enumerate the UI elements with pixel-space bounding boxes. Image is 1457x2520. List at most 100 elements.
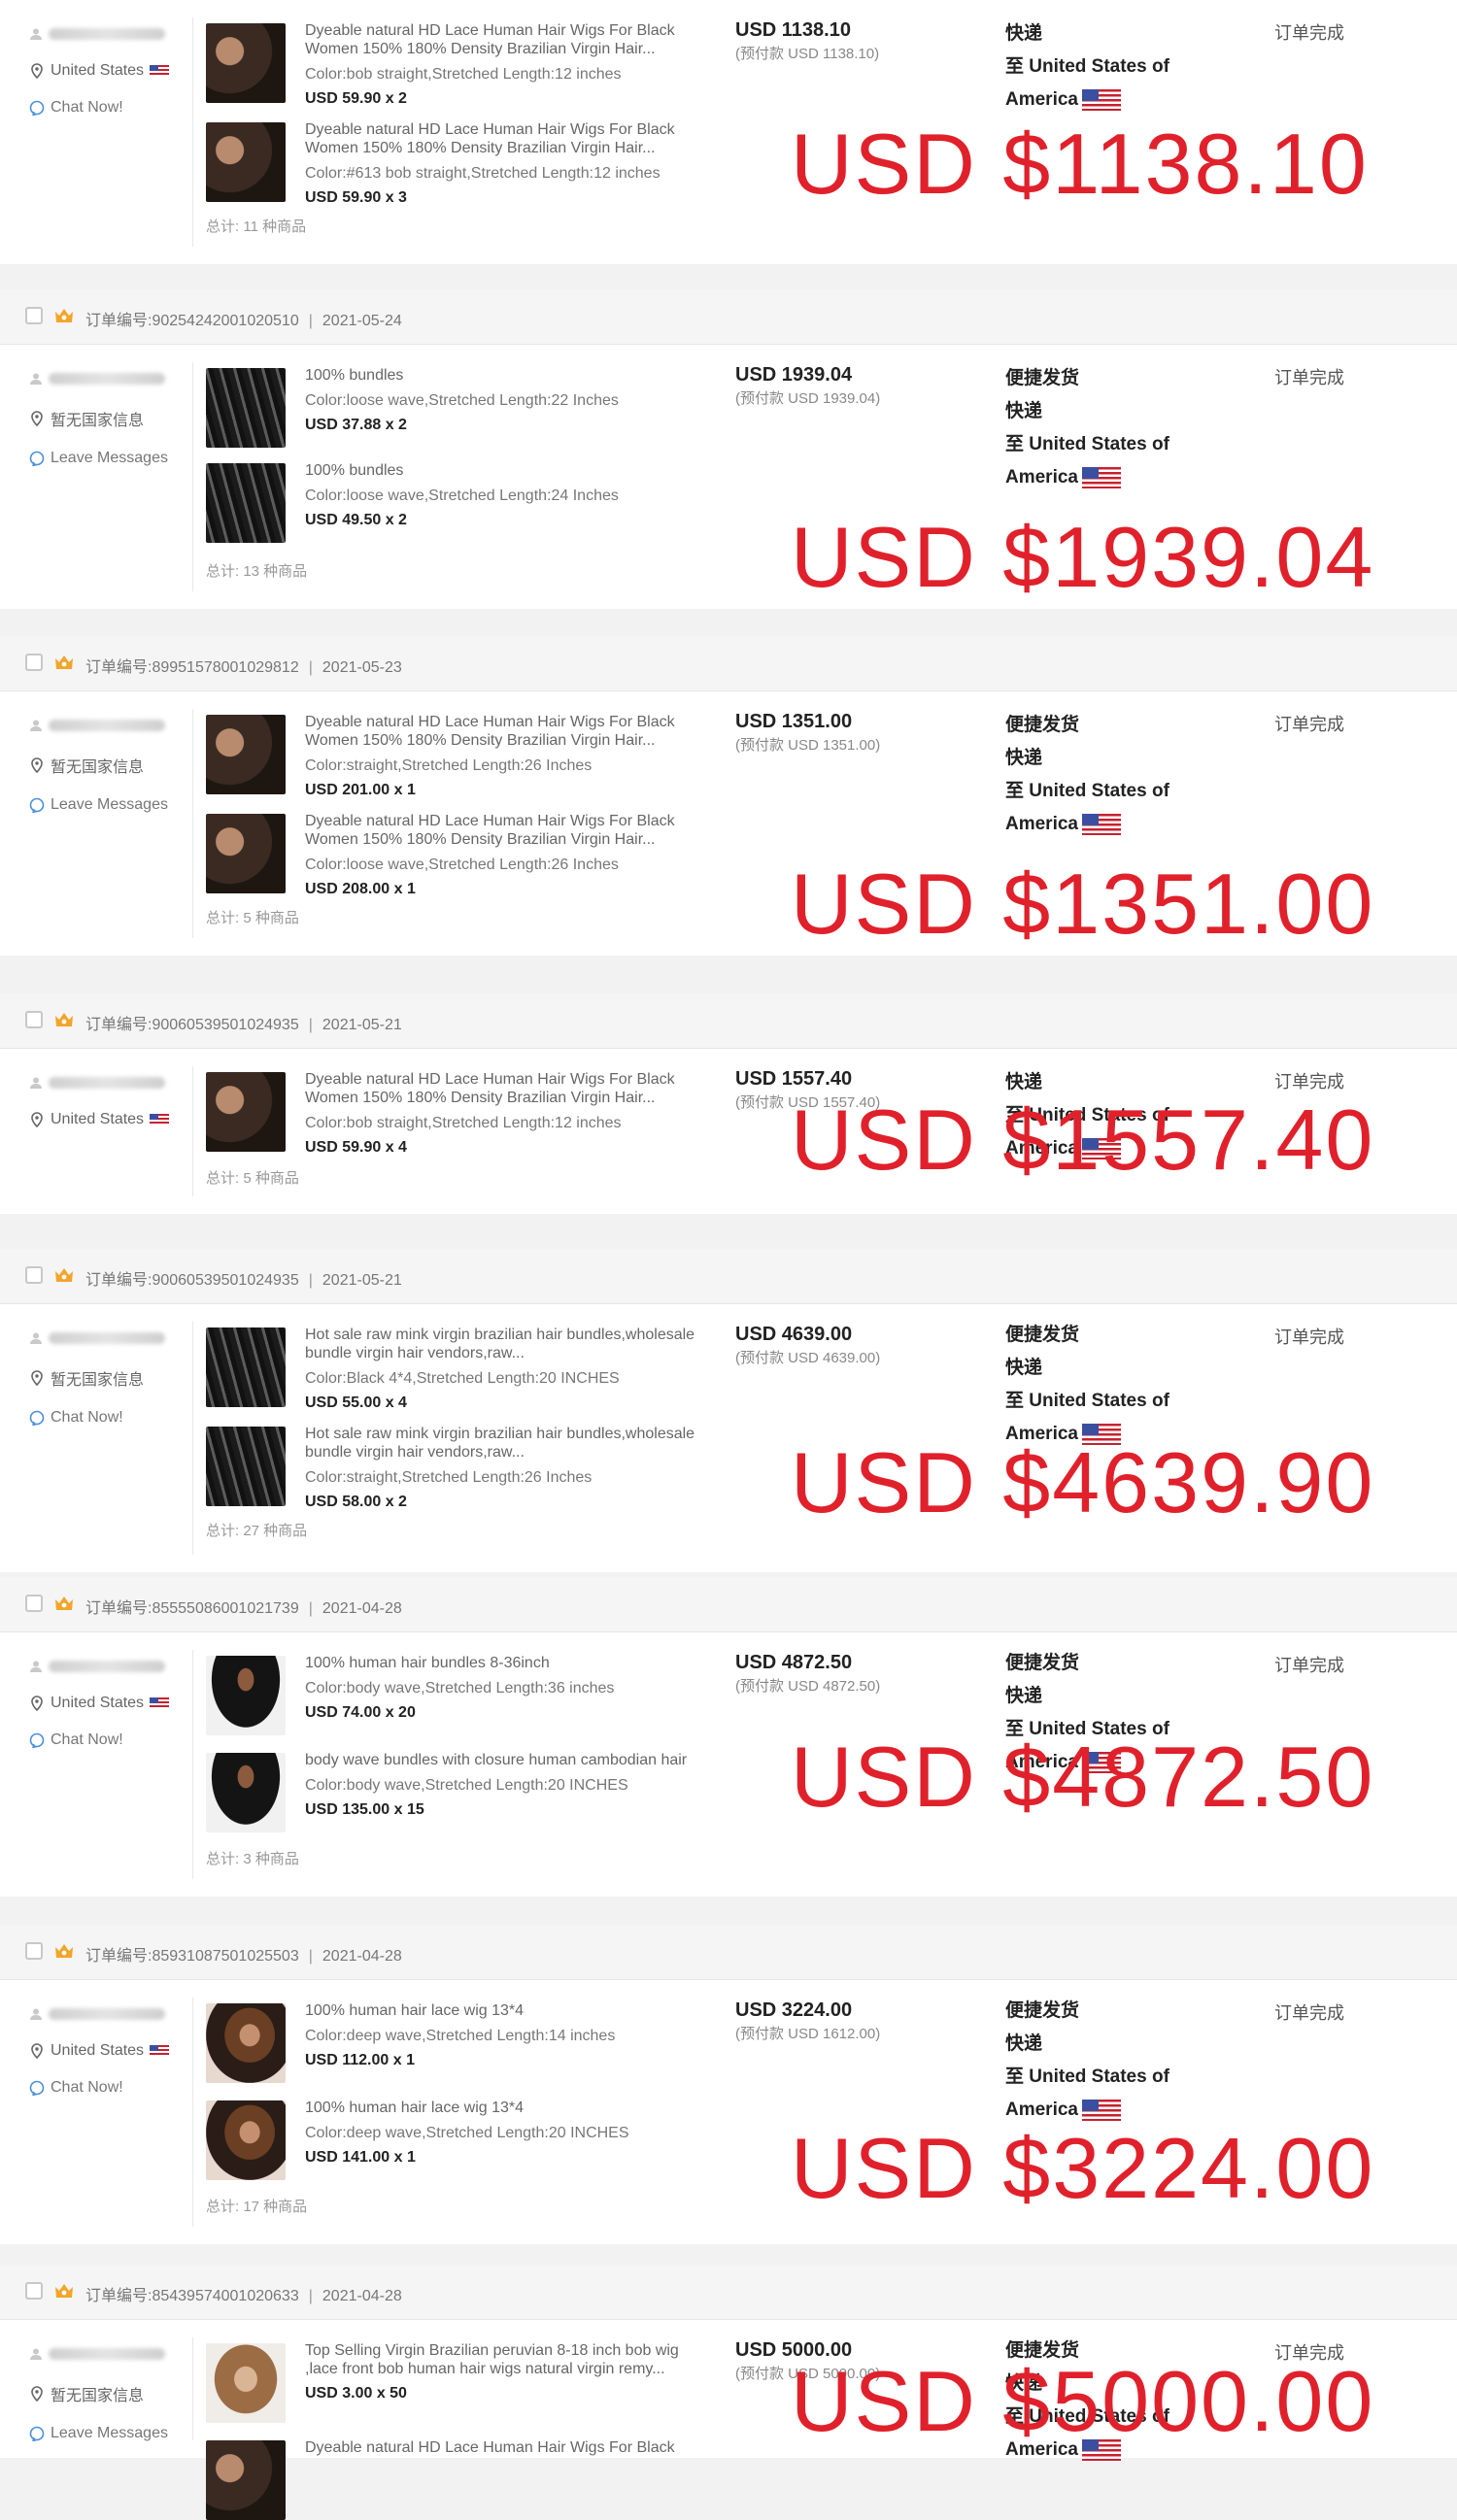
buyer-info: United States [29, 1072, 185, 1128]
order-checkbox[interactable] [25, 1266, 43, 1284]
order-card: United States Chat Now! 100% human hair la… [0, 1980, 1457, 2244]
product-thumbnail[interactable] [206, 715, 286, 794]
shipping-info: 便捷发货 快递至 United States of America [1005, 1319, 1219, 1451]
product-thumbnail[interactable] [206, 23, 286, 103]
buyer-name[interactable] [29, 715, 185, 736]
product-title[interactable]: Dyeable natural HD Lace Human Hair Wigs … [305, 812, 713, 849]
crown-icon [55, 1944, 73, 1958]
us-flag-icon [1082, 2099, 1121, 2121]
contact-buyer-link[interactable]: Chat Now! [29, 2079, 185, 2097]
contact-buyer-link[interactable]: Leave Messages [29, 796, 185, 814]
shipping-line: 至 United States of [1005, 1391, 1169, 1411]
order-checkbox[interactable] [25, 1011, 43, 1028]
product-title[interactable]: 100% bundles [305, 461, 713, 480]
product-attributes: Color:Black 4*4,Stretched Length:20 INCH… [305, 1370, 620, 1387]
order-amount: USD 1939.04 [735, 364, 853, 386]
product-thumbnail[interactable] [206, 463, 286, 543]
order-amount: USD 4639.00 [735, 1324, 853, 1345]
order-checkbox[interactable] [25, 1595, 43, 1612]
order-checkbox[interactable] [25, 654, 43, 671]
buyer-info: United States Chat Now! [29, 1656, 185, 1749]
buyer-name[interactable] [29, 1656, 185, 1677]
order-number: 订单编号:90060539501024935 | 2021-05-21 [85, 1272, 402, 1289]
product-thumbnail[interactable] [206, 1753, 286, 1832]
product-thumbnail[interactable] [206, 2003, 286, 2083]
product-thumbnail[interactable] [206, 368, 286, 448]
order-checkbox[interactable] [25, 307, 43, 324]
user-icon [30, 1661, 42, 1672]
buyer-name[interactable] [29, 368, 185, 389]
order-number: 订单编号:85555086001021739 | 2021-04-28 [85, 1600, 402, 1617]
order-number: 订单编号:90254242001020510 | 2021-05-24 [85, 313, 402, 329]
buyer-name[interactable] [29, 1327, 185, 1349]
product-attributes: Color:loose wave,Stretched Length:26 Inc… [305, 857, 619, 873]
shipping-line: 快递 [1005, 1358, 1043, 1378]
highlighted-order-total: USD $5000.00 [791, 2353, 1375, 2449]
shipping-line: 快递 [1005, 2033, 1043, 2054]
buyer-location: 暂无国家信息 [29, 407, 185, 430]
location-pin-icon [31, 2386, 43, 2402]
product-attributes: Color:bob straight,Stretched Length:12 i… [305, 1115, 622, 1131]
order-checkbox[interactable] [25, 1942, 43, 1960]
order-status: 订单完成 [1274, 23, 1344, 43]
chat-icon [29, 2080, 45, 2096]
product-title[interactable]: Hot sale raw mink virgin brazilian hair … [305, 1326, 713, 1362]
product-title[interactable]: Dyeable natural HD Lace Human Hair Wigs … [305, 21, 713, 58]
product-thumbnail[interactable] [206, 2343, 286, 2423]
contact-buyer-link[interactable]: Leave Messages [29, 2425, 185, 2442]
product-title[interactable]: Dyeable natural HD Lace Human Hair Wigs … [305, 120, 713, 157]
product-thumbnail[interactable] [206, 2440, 286, 2520]
item-total: 总计: 5 种商品 [206, 910, 299, 926]
shipping-info: 便捷发货 快递至 United States of America [1005, 1995, 1219, 2127]
buyer-name[interactable] [29, 23, 185, 45]
buyer-name[interactable] [29, 1072, 185, 1093]
contact-buyer-link[interactable]: Chat Now! [29, 99, 185, 117]
order-amount: USD 1557.40 [735, 1068, 853, 1090]
product-price: USD 135.00 x 15 [305, 1801, 424, 1818]
product-thumbnail[interactable] [206, 1656, 286, 1735]
product-title[interactable]: Hot sale raw mink virgin brazilian hair … [305, 1425, 713, 1462]
product-title[interactable]: Dyeable natural HD Lace Human Hair Wigs … [305, 1070, 713, 1107]
product-title[interactable]: 100% human hair lace wig 13*4 [305, 2001, 713, 2020]
product-title[interactable]: 100% human hair lace wig 13*4 [305, 2099, 713, 2117]
product-thumbnail[interactable] [206, 1427, 286, 1506]
buyer-name[interactable] [29, 2343, 185, 2365]
crown-icon [55, 2284, 73, 2298]
us-flag-icon [1082, 813, 1121, 835]
product-title[interactable]: 100% human hair bundles 8-36inch [305, 1654, 713, 1672]
prepaid-amount: (预付款 USD 4639.00) [735, 1350, 881, 1366]
order-date: 2021-04-28 [322, 1600, 402, 1617]
product-title[interactable]: Top Selling Virgin Brazilian peruvian 8-… [305, 2341, 713, 2378]
order-date: 2021-05-23 [322, 659, 402, 676]
contact-buyer-link[interactable]: Leave Messages [29, 450, 185, 467]
product-thumbnail[interactable] [206, 1072, 286, 1152]
product-thumbnail[interactable] [206, 1327, 286, 1407]
product-title[interactable]: Dyeable natural HD Lace Human Hair Wigs … [305, 2438, 713, 2457]
buyer-name[interactable] [29, 2003, 185, 2025]
product-title[interactable]: body wave bundles with closure human cam… [305, 1751, 713, 1769]
product-title[interactable]: 100% bundles [305, 366, 713, 385]
order-header: 订单编号:85555086001021739 | 2021-04-28 [0, 1577, 1457, 1632]
product-thumbnail[interactable] [206, 814, 286, 893]
product-price: USD 49.50 x 2 [305, 512, 407, 528]
shipping-line: 至 United States of [1005, 781, 1169, 801]
order-number: 订单编号:85439574001020633 | 2021-04-28 [85, 2288, 402, 2304]
product-attributes: Color:loose wave,Stretched Length:22 Inc… [305, 392, 619, 409]
order-amount: USD 1351.00 [735, 711, 853, 732]
order-checkbox[interactable] [25, 2282, 43, 2300]
order-card: United States Dyeable natural HD Lace Hum… [0, 1049, 1457, 1214]
product-attributes: Color:straight,Stretched Length:26 Inche… [305, 1469, 593, 1486]
product-title[interactable]: Dyeable natural HD Lace Human Hair Wigs … [305, 713, 713, 750]
product-thumbnail[interactable] [206, 122, 286, 202]
buyer-location: United States [29, 2042, 185, 2060]
contact-buyer-link[interactable]: Chat Now! [29, 1409, 185, 1427]
product-thumbnail[interactable] [206, 2100, 286, 2180]
buyer-location: United States [29, 1111, 185, 1128]
shipping-line: 便捷发货 [1005, 368, 1080, 388]
contact-buyer-link[interactable]: Chat Now! [29, 1731, 185, 1749]
order-number: 订单编号:89951578001029812 | 2021-05-23 [85, 659, 402, 676]
chat-icon [29, 1732, 45, 1748]
us-flag-icon [150, 2045, 170, 2057]
order-date: 2021-05-21 [322, 1272, 402, 1289]
product-attributes: Color:loose wave,Stretched Length:24 Inc… [305, 487, 619, 504]
